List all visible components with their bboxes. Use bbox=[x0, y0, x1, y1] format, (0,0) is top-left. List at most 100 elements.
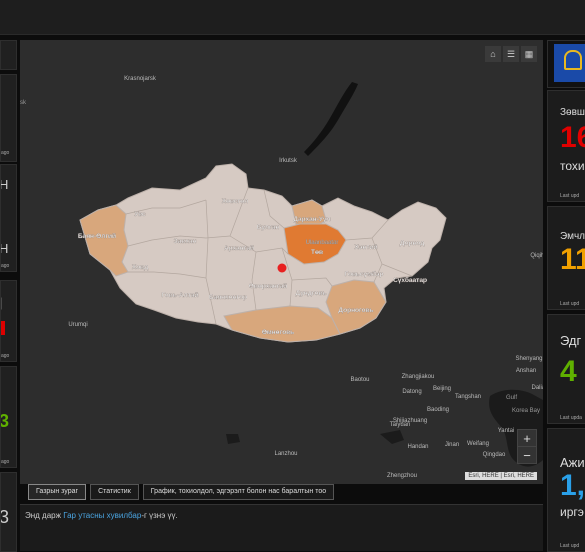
city-label: Shenyang bbox=[515, 356, 542, 362]
mobile-version-link[interactable]: Гар утасны хувилбар bbox=[63, 511, 141, 520]
province-label: Хэнтий bbox=[354, 243, 377, 251]
zoom-in-button[interactable]: + bbox=[518, 430, 536, 446]
province-label: Говь-Алтай bbox=[161, 291, 198, 299]
map-attribution[interactable]: Esri, HERE | Esri, HERE bbox=[465, 472, 537, 480]
city-label: Urumqi bbox=[68, 322, 87, 328]
tab-map[interactable]: Газрын зураг bbox=[28, 484, 87, 500]
top-bar bbox=[0, 0, 585, 35]
stat-panel-observed: Ажи 1, иргэ Last upd bbox=[547, 428, 585, 552]
left-panel-updated: ago bbox=[1, 150, 10, 156]
stat-value: 11 bbox=[560, 243, 585, 276]
left-panel-value: 3 bbox=[0, 411, 10, 431]
stat-updated: Last upd bbox=[560, 301, 580, 307]
province-label: Ховд bbox=[132, 264, 148, 271]
province-label: Дорноговь bbox=[338, 307, 373, 314]
stat-unit: тохи bbox=[560, 159, 585, 173]
left-panel-updated: ago bbox=[1, 353, 10, 359]
province-label: Сүхбаатар bbox=[393, 276, 427, 284]
left-panel-value-mark bbox=[1, 321, 5, 335]
map-partial-label: Gulf bbox=[506, 395, 517, 401]
city-label: Taiyuan bbox=[390, 422, 411, 428]
city-label: Anshan bbox=[516, 368, 536, 374]
left-panel-2: ago bbox=[0, 74, 17, 162]
footer-panel: Энд дарж Гар утасны хувилбар-г үзнэ үү. bbox=[20, 504, 543, 551]
province-label: Дархан-Уул bbox=[293, 216, 330, 223]
city-label: Baotou bbox=[350, 377, 369, 383]
city-label: Tangshan bbox=[455, 394, 481, 400]
province-label: Дундговь bbox=[296, 290, 327, 297]
city-label: Jinan bbox=[445, 442, 459, 448]
province-label: Ulaanbaatar bbox=[306, 240, 339, 246]
left-panel-3: Н Н ago bbox=[0, 164, 17, 272]
left-panel-4: | ago bbox=[0, 280, 17, 362]
province-label: Говьсүмбэр bbox=[345, 270, 384, 278]
stat-unit: иргэ bbox=[560, 505, 584, 519]
stat-updated: Last upd bbox=[560, 543, 580, 549]
left-panel-updated: ago bbox=[1, 263, 10, 269]
city-label: Zhangjiakou bbox=[402, 374, 435, 380]
left-panel-6: 3 bbox=[0, 472, 17, 552]
stat-panel-treated: Эмчлү 11 Last upd bbox=[547, 206, 585, 310]
map-toolbar: ⌂ ☰ ▦ bbox=[485, 46, 537, 62]
left-panel-label: Н bbox=[1, 241, 8, 256]
footer-text: Энд дарж Гар утасны хувилбар-г үзнэ үү. bbox=[25, 511, 178, 520]
logo-panel bbox=[547, 40, 585, 88]
home-icon[interactable]: ⌂ bbox=[485, 46, 501, 62]
zoom-control: + − bbox=[517, 429, 537, 464]
province-label: Баян-Өлгий bbox=[78, 232, 116, 240]
province-label: Увс bbox=[134, 211, 146, 218]
stat-label: Эдг bbox=[560, 333, 582, 348]
stat-updated: Last upd bbox=[560, 193, 580, 199]
city-label: Beijing bbox=[433, 386, 451, 392]
map-canvas: Увс Баян-Өлгий Ховд Завхан Говь-Алтай Арханга… bbox=[20, 40, 543, 484]
footer-pre: Энд дарж bbox=[25, 511, 64, 520]
view-tabs: Газрын зураг Статистик График, тохиолдол… bbox=[28, 484, 335, 500]
left-panel-label: | bbox=[1, 295, 2, 310]
map-partial-label: rsk bbox=[20, 100, 27, 106]
city-label: Datong bbox=[402, 389, 421, 395]
city-label: Qingdao bbox=[483, 452, 506, 458]
stat-panel-recovered: Эдг 4 Last upda bbox=[547, 314, 585, 424]
map-view[interactable]: Увс Баян-Өлгий Ховд Завхан Говь-Алтай Арханга… bbox=[20, 40, 543, 484]
city-label: Krasnojarsk bbox=[124, 76, 157, 82]
stat-value: 16 bbox=[560, 121, 585, 154]
stat-panel-confirmed: Зөвш 16 тохи Last upd bbox=[547, 90, 585, 202]
province-label: Булган bbox=[257, 224, 280, 231]
stat-value: 1, bbox=[560, 469, 585, 502]
province-label: Төв bbox=[311, 249, 323, 256]
zoom-out-button[interactable]: − bbox=[518, 446, 536, 463]
province-label: Баянхонгор bbox=[209, 294, 247, 301]
city-label: Baoding bbox=[427, 407, 449, 413]
province-label: Өмнөговь bbox=[262, 329, 294, 336]
city-label: Irkutsk bbox=[279, 158, 298, 164]
left-panel-value: 3 bbox=[0, 507, 10, 527]
city-label: Handan bbox=[407, 444, 428, 450]
grid-icon[interactable]: ▦ bbox=[521, 46, 537, 62]
city-label: Zhengzhou bbox=[387, 473, 417, 479]
case-marker[interactable] bbox=[277, 263, 287, 273]
city-label: Weifang bbox=[467, 441, 489, 447]
government-logo bbox=[554, 44, 585, 82]
map-partial-label: Korea Bay bbox=[512, 408, 540, 414]
left-panel-5: 3 ago bbox=[0, 366, 17, 468]
province-label: Завхан bbox=[174, 238, 197, 245]
stat-updated: Last upda bbox=[560, 415, 582, 421]
province-label: Дорнод bbox=[400, 240, 425, 247]
stat-value: 4 bbox=[560, 355, 577, 388]
province-label: Өвөрхангай bbox=[249, 282, 287, 290]
left-panel-label: Н bbox=[1, 177, 8, 192]
city-label: Qiqihar bbox=[530, 253, 543, 259]
footer-post: -г үзнэ үү. bbox=[141, 511, 178, 520]
province-label: Хөвсгөл bbox=[222, 198, 249, 205]
left-panel-1 bbox=[0, 40, 17, 70]
city-label: Dalian bbox=[531, 385, 543, 391]
tab-charts[interactable]: График, тохиолдол, эдгэрэлт болон нас ба… bbox=[142, 484, 335, 500]
tab-statistics[interactable]: Статистик bbox=[90, 484, 139, 500]
city-label: Yantai bbox=[498, 428, 515, 434]
stat-label: Зөвш bbox=[560, 107, 585, 118]
city-label: Lanzhou bbox=[274, 451, 297, 457]
stat-label: Эмчлү bbox=[560, 231, 585, 242]
list-icon[interactable]: ☰ bbox=[503, 46, 519, 62]
left-panel-updated: ago bbox=[1, 459, 10, 465]
stat-label: Ажи bbox=[560, 455, 585, 470]
